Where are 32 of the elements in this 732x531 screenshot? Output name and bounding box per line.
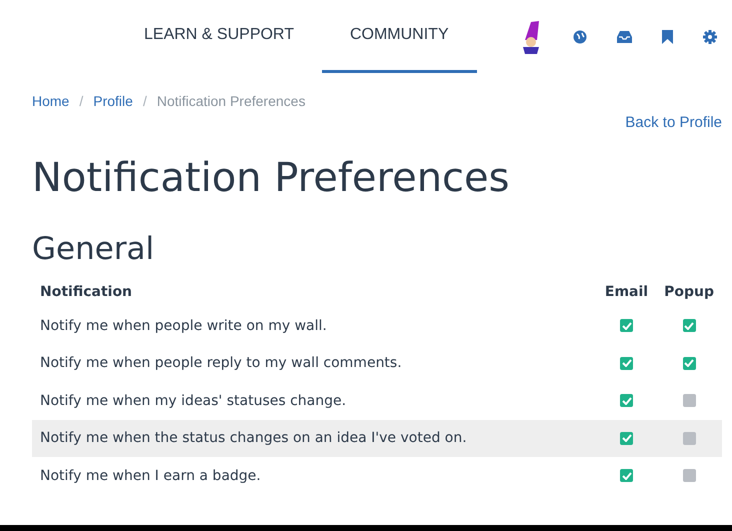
bookmark-icon[interactable]	[662, 30, 673, 44]
notification-label: Notify me when I earn a badge.	[32, 457, 597, 494]
checkbox[interactable]	[682, 319, 696, 332]
inbox-icon[interactable]	[616, 30, 632, 42]
checkbox[interactable]	[682, 469, 696, 482]
globe-icon[interactable]	[572, 30, 587, 44]
checkbox[interactable]	[682, 356, 696, 370]
column-header: Popup	[663, 283, 715, 302]
page-title: Notification Preferences	[32, 154, 510, 203]
notification-label: Notify me when my ideas' statuses change.	[39, 392, 348, 411]
breadcrumb-link[interactable]: Home	[32, 93, 70, 109]
notification-label: Notify me when the status changes on an idea I've voted on.	[32, 420, 597, 457]
back-to-profile-link[interactable]: Back to Profile	[625, 114, 722, 131]
nav-tab[interactable]: LEARN & SUPPORT	[122, 0, 322, 73]
checkbox[interactable]	[620, 469, 633, 482]
checkbox[interactable]	[620, 432, 633, 445]
notification-label: Notify me when people reply to my wall comments.	[39, 354, 403, 374]
column-header: Email	[604, 283, 650, 302]
nav-tab[interactable]: COMMUNITY	[322, 0, 477, 73]
checkbox[interactable]	[620, 394, 633, 408]
breadcrumb-separator: /	[142, 93, 147, 109]
breadcrumb-current: Notification Preferences	[156, 93, 306, 109]
section-heading: General	[32, 230, 156, 269]
settings-icon[interactable]	[702, 30, 717, 44]
breadcrumb-separator: /	[79, 93, 84, 109]
notification-label: Notify me when people write on my wall.	[39, 316, 328, 336]
checkbox[interactable]	[682, 394, 696, 408]
checkbox[interactable]	[682, 432, 696, 445]
breadcrumb-link[interactable]: Profile	[93, 93, 133, 109]
checkbox[interactable]	[620, 356, 633, 370]
column-header: Notification	[39, 283, 134, 302]
checkbox[interactable]	[620, 319, 633, 332]
